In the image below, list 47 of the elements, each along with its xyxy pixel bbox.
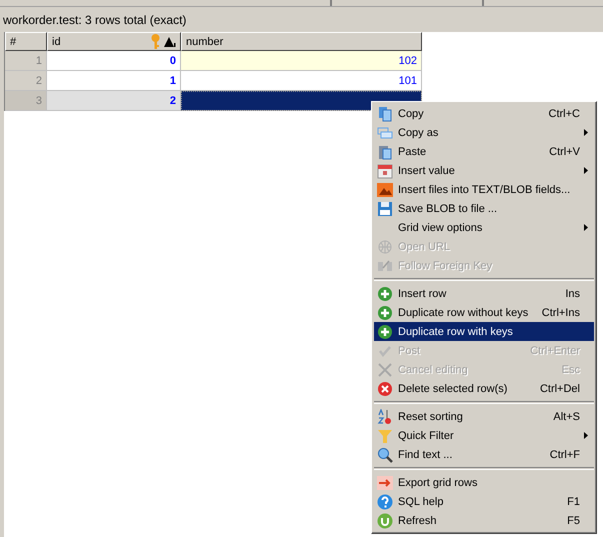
menu-item[interactable]: Insert files into TEXT/BLOB fields... bbox=[374, 180, 594, 199]
menu-item[interactable]: Duplicate row with keys bbox=[374, 322, 594, 341]
menu-item[interactable]: Quick Filter bbox=[374, 426, 594, 445]
menu-item[interactable]: Insert value bbox=[374, 161, 594, 180]
globe-icon bbox=[377, 238, 393, 254]
filter-icon bbox=[377, 428, 393, 444]
table-cell: 101 bbox=[181, 71, 422, 91]
menu-item[interactable]: Paste Ctrl+V bbox=[374, 142, 594, 161]
menu-item[interactable]: Grid view options bbox=[374, 218, 594, 237]
search-icon bbox=[377, 446, 393, 462]
plus-icon bbox=[377, 324, 393, 340]
column-header[interactable]: number bbox=[181, 32, 422, 51]
link-icon bbox=[377, 258, 393, 274]
calendar-icon bbox=[377, 162, 393, 178]
windows-icon bbox=[377, 124, 393, 140]
menu-item[interactable]: Copy Ctrl+C bbox=[374, 104, 594, 123]
table-caption: workorder.test: 3 rows total (exact) bbox=[3, 12, 186, 26]
plus-icon bbox=[377, 304, 393, 320]
row-number: 2 bbox=[5, 71, 47, 91]
copy-icon bbox=[377, 106, 393, 122]
plus-icon bbox=[377, 286, 393, 302]
table-cell: 0 bbox=[47, 51, 181, 71]
menu-item[interactable]: SQL help F1 bbox=[374, 492, 594, 511]
column-header[interactable]: id bbox=[47, 32, 181, 51]
table-cell: 2 bbox=[47, 91, 181, 111]
menu-item[interactable]: Delete selected row(s) Ctrl+Del bbox=[374, 379, 594, 398]
image-icon bbox=[377, 182, 393, 198]
table-cell: 102 bbox=[181, 51, 422, 71]
row-number: 3 bbox=[5, 91, 47, 111]
menu-item[interactable]: Reset sorting Alt+S bbox=[374, 407, 594, 426]
table-cell: 1 bbox=[47, 71, 181, 91]
save-icon bbox=[377, 200, 393, 216]
refresh-icon bbox=[377, 512, 393, 528]
menu-item[interactable]: Export grid rows bbox=[374, 473, 594, 492]
menu-item[interactable]: Insert row Ins bbox=[374, 284, 594, 303]
sort-icon bbox=[377, 408, 393, 424]
menu-item[interactable]: Duplicate row without keys Ctrl+Ins bbox=[374, 303, 594, 322]
menu-item[interactable]: Refresh F5 bbox=[374, 511, 594, 530]
delete-icon bbox=[377, 380, 393, 396]
column-header[interactable]: # bbox=[5, 32, 47, 51]
menu-item[interactable]: Save BLOB to file ... bbox=[374, 199, 594, 218]
cross-icon bbox=[377, 362, 393, 378]
help-icon bbox=[377, 494, 393, 510]
paste-icon bbox=[377, 144, 393, 160]
row-number: 1 bbox=[5, 51, 47, 71]
menu-item[interactable]: Find text ... Ctrl+F bbox=[374, 445, 594, 464]
menu-item[interactable]: Copy as bbox=[374, 123, 594, 142]
